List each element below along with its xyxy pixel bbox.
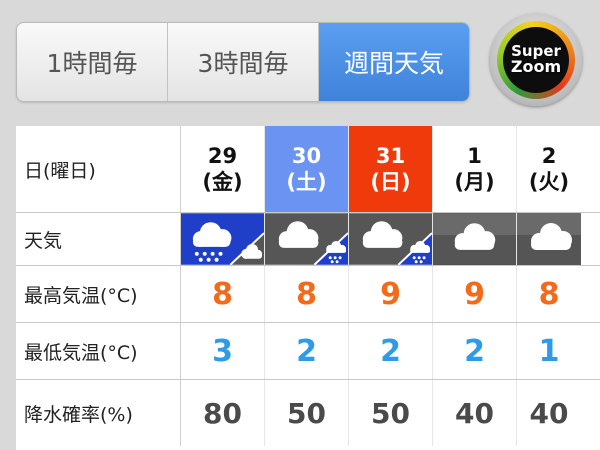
weather-cell — [181, 213, 265, 265]
precip-value: 80 — [181, 380, 265, 446]
weather-cell — [265, 213, 349, 265]
day-number: 2 — [541, 143, 557, 168]
high-temp-value: 8 — [181, 266, 265, 322]
day-number: 1 — [467, 143, 482, 168]
weather-row: 天気 — [16, 213, 600, 265]
high-temp-value: 9 — [433, 266, 517, 322]
precip-value: 40 — [433, 380, 517, 446]
day-of-week: (日) — [370, 170, 411, 194]
day-number: 29 — [207, 143, 238, 168]
high-temp-value: 8 — [538, 276, 560, 312]
tab-weekly[interactable]: 週間天気 — [319, 23, 469, 101]
cloudy-icon — [517, 213, 581, 265]
super-zoom-icon: Super Zoom — [503, 27, 569, 93]
high-temp-value: 8 — [265, 266, 349, 322]
high-temp-row: 最高気温(°C) 8 8 9 9 8 — [16, 266, 600, 322]
super-zoom-label-bottom: Zoom — [510, 57, 562, 77]
low-temp-value: 2 — [433, 323, 517, 379]
high-temp-value: 9 — [349, 266, 433, 322]
cloudy-then-snow-icon — [265, 213, 348, 265]
precip-row: 降水確率(%) 80 50 50 40 40 — [16, 380, 600, 446]
day-of-week: (月) — [454, 170, 495, 194]
low-temp-row: 最低気温(°C) 3 2 2 2 1 — [16, 323, 600, 379]
day-of-week: (火) — [528, 170, 570, 194]
date-cell-sunday: 31 (日) — [349, 126, 433, 212]
date-cell-saturday: 30 (土) — [265, 126, 349, 212]
row-label-high-temp: 最高気温(°C) — [16, 266, 181, 322]
precip-value: 50 — [265, 380, 349, 446]
low-temp-value: 3 — [181, 323, 265, 379]
date-cell: 29 (金) — [181, 126, 265, 212]
row-label-low-temp: 最低気温(°C) — [16, 323, 181, 379]
low-temp-value: 2 — [349, 323, 433, 379]
row-label-date: 日(曜日) — [16, 126, 181, 212]
low-temp-value: 2 — [265, 323, 349, 379]
day-of-week: (金) — [202, 170, 243, 194]
weather-cell — [433, 213, 517, 265]
precip-value: 50 — [349, 380, 433, 446]
snow-then-cloudy-icon — [181, 213, 264, 265]
weather-cell — [517, 213, 581, 265]
date-row: 日(曜日) 29 (金) 30 (土) 31 (日) 1 (月) 2 (火) — [16, 126, 600, 212]
super-zoom-button[interactable]: Super Zoom — [490, 14, 582, 106]
forecast-interval-tabs: 1時間毎 3時間毎 週間天気 — [16, 22, 470, 102]
row-label-precip: 降水確率(%) — [16, 380, 181, 446]
day-of-week: (土) — [286, 170, 327, 194]
low-temp-value: 1 — [538, 333, 560, 369]
day-number: 30 — [291, 143, 322, 168]
weekly-forecast-table: 日(曜日) 29 (金) 30 (土) 31 (日) 1 (月) 2 (火) 天気 — [16, 126, 600, 450]
row-label-weather: 天気 — [16, 213, 181, 265]
weather-cell — [349, 213, 433, 265]
tab-3-hourly[interactable]: 3時間毎 — [168, 23, 319, 101]
precip-value: 40 — [529, 396, 569, 430]
cloudy-then-snow-icon — [349, 213, 432, 265]
cloudy-icon — [433, 213, 516, 265]
date-cell: 1 (月) — [433, 126, 517, 212]
day-number: 31 — [375, 143, 406, 168]
tab-hourly[interactable]: 1時間毎 — [17, 23, 168, 101]
date-cell: 2 (火) — [517, 126, 581, 212]
